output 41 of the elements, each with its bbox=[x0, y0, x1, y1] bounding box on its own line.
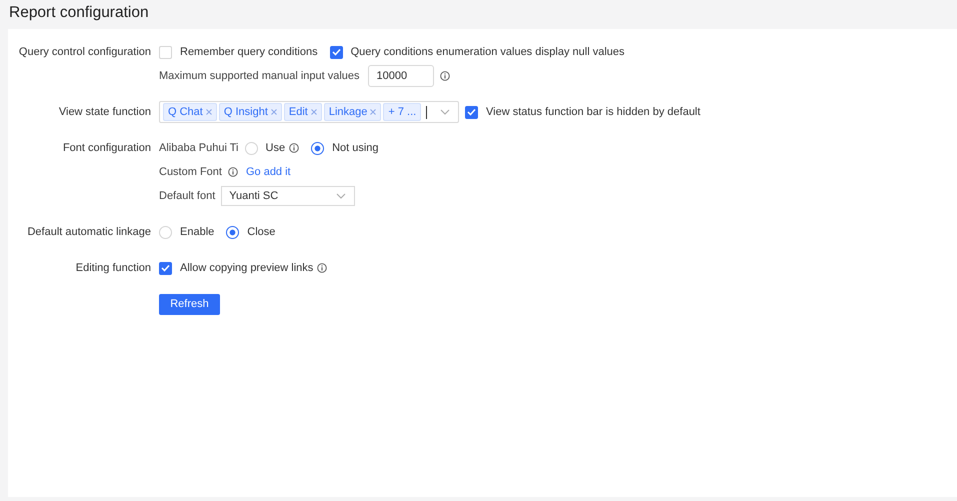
tag[interactable]: Edit bbox=[284, 103, 322, 121]
check-icon bbox=[467, 108, 476, 116]
close-icon bbox=[310, 109, 317, 115]
radio-button[interactable]: Use bbox=[244, 142, 286, 154]
font-dropdown[interactable]: Yuanti SC bbox=[221, 186, 356, 206]
checkbox[interactable]: Query conditions enumeration values display null values bbox=[330, 46, 625, 58]
page-title: Report configuration bbox=[8, 3, 150, 23]
chevron-icon bbox=[336, 193, 346, 199]
add-font-link[interactable]: Go add it bbox=[246, 166, 291, 178]
tag[interactable]: Linkage bbox=[324, 103, 382, 121]
info-icon bbox=[440, 71, 450, 81]
close-icon bbox=[206, 109, 212, 115]
field-label: Default font bbox=[159, 190, 216, 202]
close-icon bbox=[270, 109, 277, 115]
field-label: Custom Font bbox=[159, 166, 222, 178]
checkbox[interactable]: Allow copying preview links bbox=[159, 262, 314, 274]
field-label: Editing function bbox=[74, 261, 152, 276]
field-label: Query control configuration bbox=[18, 45, 152, 60]
info-icon bbox=[317, 263, 328, 273]
close-icon bbox=[370, 109, 376, 115]
radio-button[interactable]: Not using bbox=[311, 142, 379, 154]
checkbox[interactable]: Remember query conditions bbox=[159, 46, 318, 58]
tag[interactable]: Q Insight bbox=[218, 103, 282, 121]
field-label: Maximum supported manual input values bbox=[159, 70, 360, 82]
info-icon bbox=[289, 143, 300, 153]
field-label: Default automatic linkage bbox=[26, 225, 152, 240]
field-label: Alibaba Puhui Ti bbox=[159, 142, 238, 154]
checkbox[interactable]: View status function bar is hidden by default bbox=[465, 106, 700, 118]
more-tag[interactable]: + 7 ... bbox=[383, 103, 422, 121]
radio-button[interactable]: Enable bbox=[159, 226, 214, 238]
radio-button[interactable]: Close bbox=[226, 226, 276, 238]
number-field[interactable]: 10000 bbox=[368, 65, 434, 87]
field-label: View state function bbox=[58, 105, 152, 120]
chevron-icon bbox=[440, 109, 450, 115]
tag[interactable]: Q Chat bbox=[163, 103, 217, 121]
check-icon bbox=[161, 264, 170, 272]
check-icon bbox=[332, 48, 341, 56]
info-icon bbox=[228, 167, 238, 177]
refresh-button[interactable]: Refresh bbox=[159, 294, 220, 314]
multi-select-field[interactable]: Q Chat Q Insight Edit Linkage + 7 ... bbox=[159, 101, 459, 123]
field-label: Font configuration bbox=[62, 141, 152, 156]
